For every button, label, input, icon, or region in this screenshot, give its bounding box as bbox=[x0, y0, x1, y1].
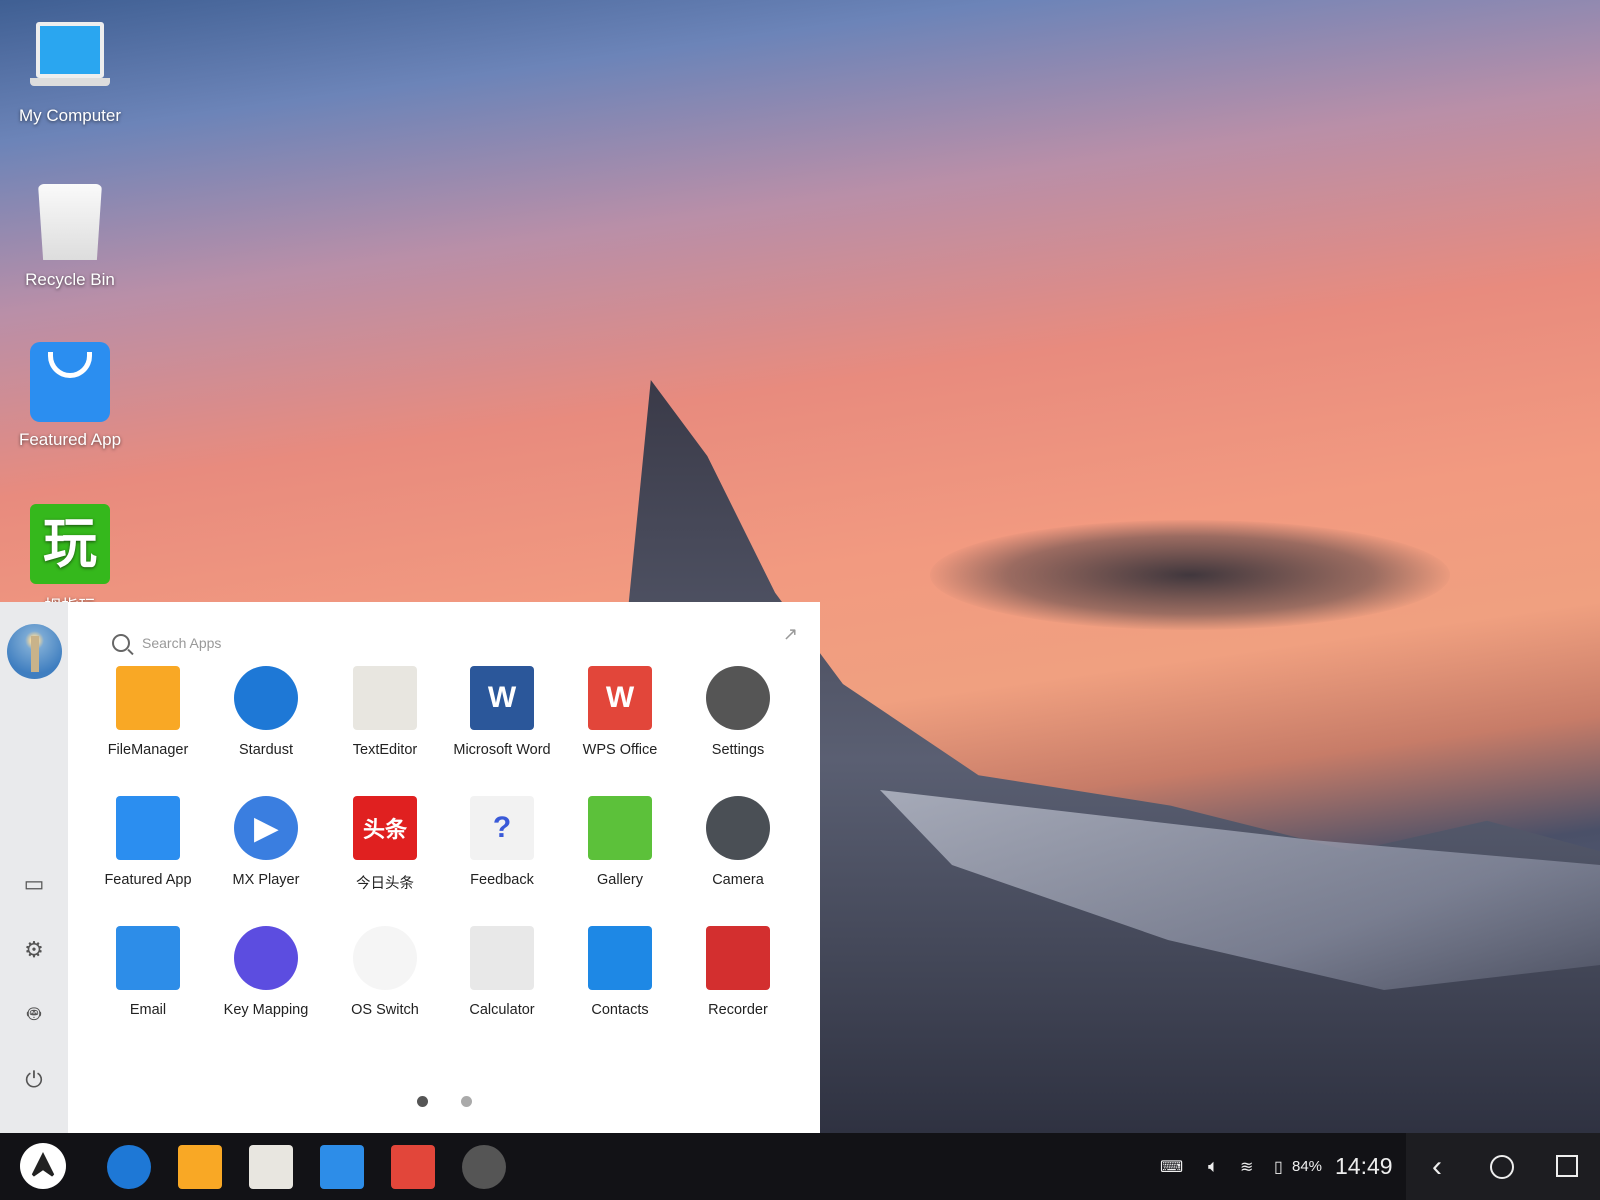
app-gallery[interactable]: Gallery bbox=[565, 796, 675, 888]
taskbar-settings[interactable] bbox=[462, 1145, 506, 1189]
camera-icon bbox=[706, 796, 770, 860]
expand-icon[interactable]: ↗ bbox=[783, 624, 798, 645]
taskbar-stardust[interactable] bbox=[107, 1145, 151, 1189]
home-icon[interactable] bbox=[1490, 1155, 1514, 1179]
volume-icon[interactable]: 🔈︎ bbox=[1208, 1133, 1219, 1200]
settings-icon bbox=[706, 666, 770, 730]
taskbar: ⌨ 🔈︎ ≋ ▯ 84% 14:49 ‹ bbox=[0, 1133, 1600, 1200]
app-os-switch[interactable]: OS Switch bbox=[330, 926, 440, 1018]
page-dot-2[interactable] bbox=[461, 1096, 472, 1107]
texteditor-icon bbox=[353, 666, 417, 730]
app-feedback[interactable]: ? Feedback bbox=[447, 796, 557, 888]
app-email[interactable]: Email bbox=[93, 926, 203, 1018]
app-recorder[interactable]: Recorder bbox=[683, 926, 793, 1018]
keyboard-icon[interactable]: ⌨ bbox=[1160, 1133, 1183, 1200]
taskbar-wps-office[interactable] bbox=[391, 1145, 435, 1189]
wallpaper-cloud bbox=[930, 520, 1450, 630]
launcher-sidebar: ▭ ⚙ 🤖︎ ⏻ bbox=[0, 602, 68, 1133]
feedback-icon: ? bbox=[470, 796, 534, 860]
gear-icon[interactable]: ⚙ bbox=[20, 936, 48, 964]
search-icon bbox=[112, 634, 130, 652]
wan-app-icon: 玩 bbox=[30, 504, 110, 584]
app-launcher: ▭ ⚙ 🤖︎ ⏻ ↗ FileManagerStardustTextEditor… bbox=[0, 602, 820, 1133]
taskbar-filemanager[interactable] bbox=[178, 1145, 222, 1189]
app-calculator[interactable]: Calculator bbox=[447, 926, 557, 1018]
monitor-icon[interactable]: ▭ bbox=[20, 870, 48, 898]
app-contacts[interactable]: Contacts bbox=[565, 926, 675, 1018]
featured-app-icon bbox=[116, 796, 180, 860]
search-bar bbox=[112, 634, 542, 652]
app-microsoft-word[interactable]: W Microsoft Word bbox=[447, 666, 557, 758]
email-icon bbox=[116, 926, 180, 990]
page-dot-1[interactable] bbox=[417, 1096, 428, 1107]
app-filemanager[interactable]: FileManager bbox=[93, 666, 203, 758]
app-settings[interactable]: Settings bbox=[683, 666, 793, 758]
clock[interactable]: 14:49 bbox=[1335, 1133, 1393, 1200]
taskbar-email[interactable] bbox=[320, 1145, 364, 1189]
trash-icon bbox=[30, 182, 110, 262]
wifi-icon[interactable]: ≋ bbox=[1240, 1133, 1253, 1200]
app-mx-player[interactable]: ▶ MX Player bbox=[211, 796, 321, 888]
wps-office-icon: W bbox=[588, 666, 652, 730]
app-toutiao[interactable]: 头条 今日头条 bbox=[330, 796, 440, 893]
gallery-icon bbox=[588, 796, 652, 860]
app-stardust[interactable]: Stardust bbox=[211, 666, 321, 758]
contacts-icon bbox=[588, 926, 652, 990]
app-featured-app[interactable]: Featured App bbox=[93, 796, 203, 888]
desktop-icon-wan[interactable]: 玩 拇指玩 bbox=[10, 504, 130, 617]
app-camera[interactable]: Camera bbox=[683, 796, 793, 888]
back-icon[interactable]: ‹ bbox=[1432, 1133, 1442, 1200]
android-icon[interactable]: 🤖︎ bbox=[20, 1000, 48, 1028]
recents-icon[interactable] bbox=[1556, 1155, 1578, 1177]
avatar[interactable] bbox=[7, 624, 62, 679]
app-key-mapping[interactable]: Key Mapping bbox=[211, 926, 321, 1018]
nav-bar: ‹ bbox=[1406, 1133, 1600, 1200]
search-input[interactable] bbox=[142, 635, 542, 651]
shopping-bag-icon bbox=[30, 342, 110, 422]
start-button[interactable] bbox=[20, 1143, 66, 1189]
recorder-icon bbox=[706, 926, 770, 990]
--icon: 头条 bbox=[353, 796, 417, 860]
calculator-icon bbox=[470, 926, 534, 990]
mx-player-icon: ▶ bbox=[234, 796, 298, 860]
battery-icon: ▯ bbox=[1274, 1158, 1283, 1176]
stardust-icon bbox=[234, 666, 298, 730]
filemanager-icon bbox=[116, 666, 180, 730]
os-switch-icon bbox=[353, 926, 417, 990]
desktop-icon-my-computer[interactable]: My Computer bbox=[10, 18, 130, 126]
desktop-icon-recycle-bin[interactable]: Recycle Bin bbox=[10, 182, 130, 290]
taskbar-texteditor[interactable] bbox=[249, 1145, 293, 1189]
microsoft-word-icon: W bbox=[470, 666, 534, 730]
battery-percent: 84% bbox=[1292, 1158, 1323, 1175]
key-mapping-icon bbox=[234, 926, 298, 990]
laptop-icon bbox=[30, 18, 110, 98]
app-wps-office[interactable]: W WPS Office bbox=[565, 666, 675, 758]
app-texteditor[interactable]: TextEditor bbox=[330, 666, 440, 758]
power-icon[interactable]: ⏻ bbox=[20, 1066, 48, 1094]
desktop-icon-featured-app[interactable]: Featured App bbox=[10, 342, 130, 450]
